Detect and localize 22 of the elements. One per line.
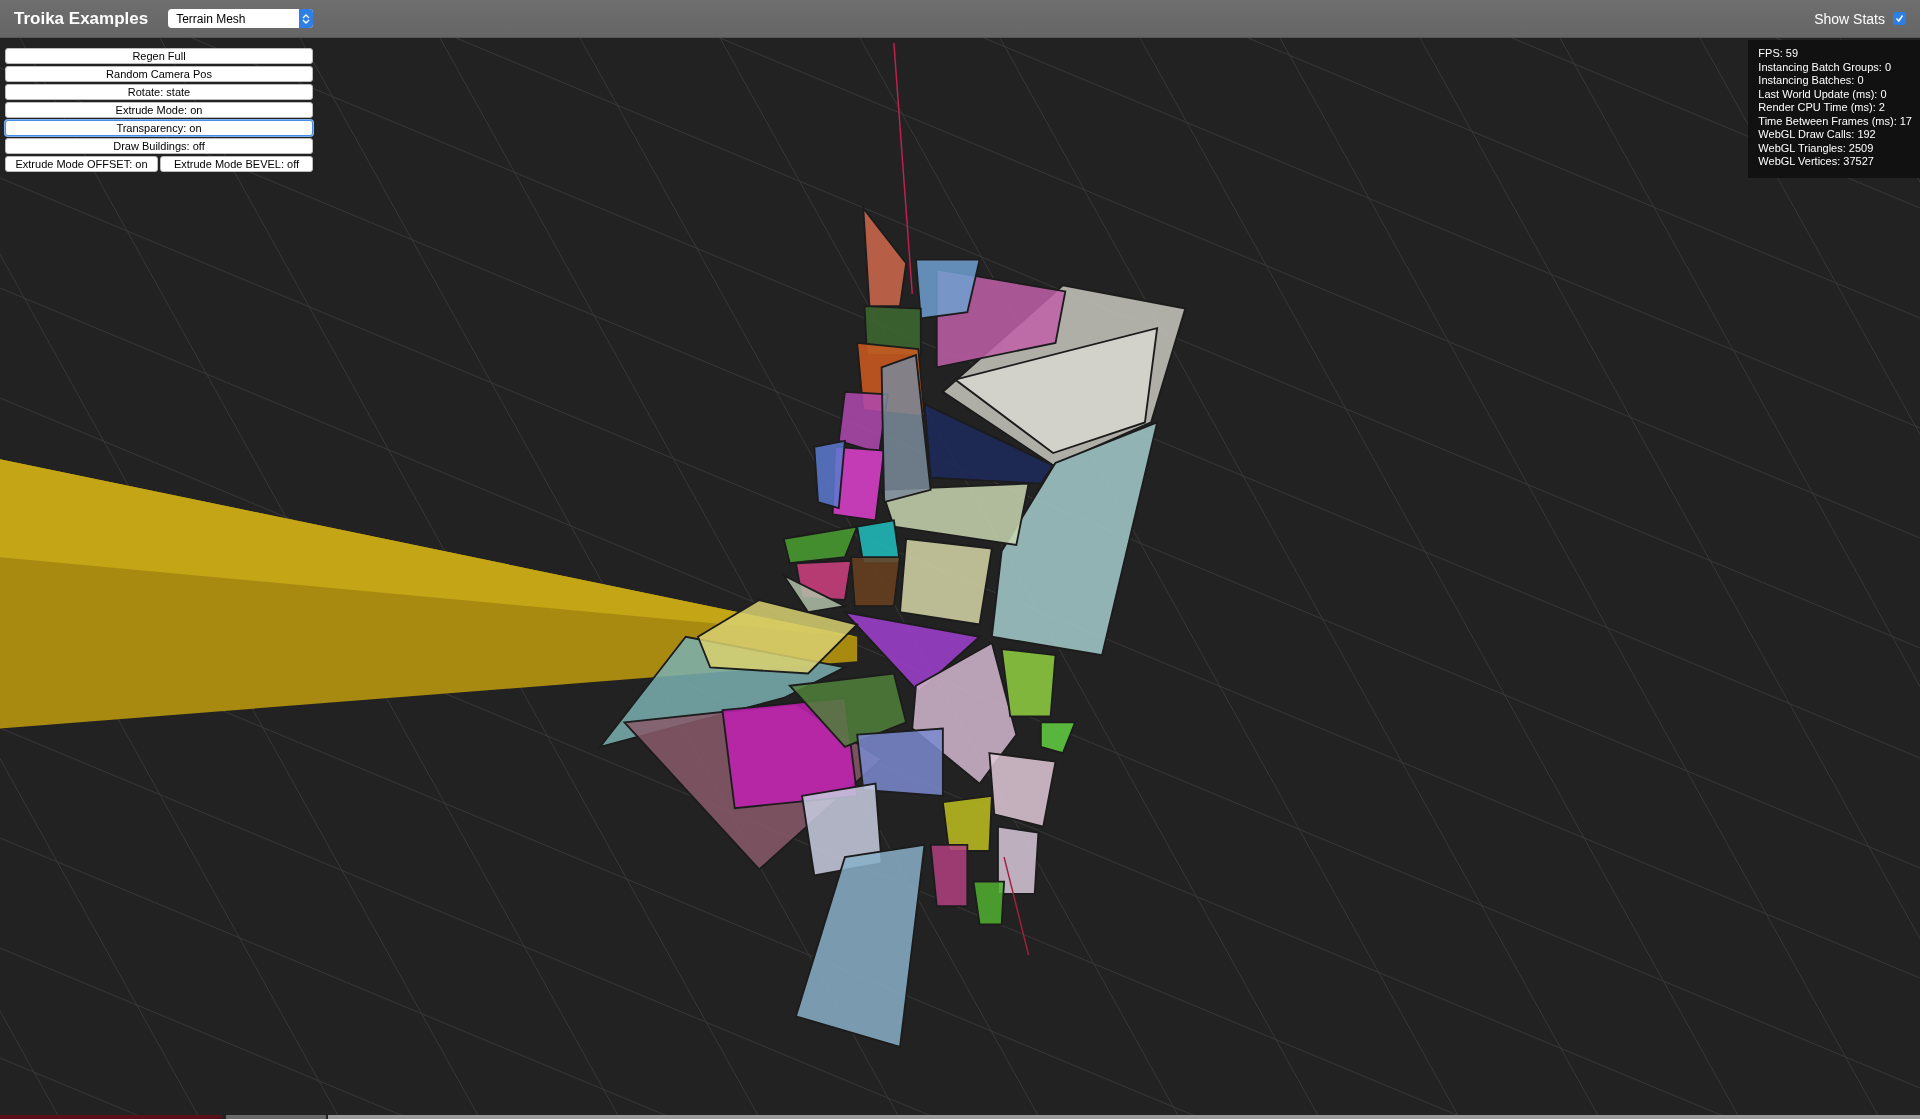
control-button[interactable]: Extrude Mode: on (5, 102, 313, 118)
stat-line: Instancing Batches: 0 (1758, 74, 1865, 88)
stat-line: Time Between Frames (ms): 17 (1758, 114, 1912, 128)
stat-line: WebGL Triangles: 2509 (1758, 141, 1875, 155)
control-button[interactable]: Random Camera Pos (5, 66, 313, 82)
stat-line: FPS: 59 (1758, 47, 1800, 61)
show-stats-checkbox[interactable] (1893, 12, 1906, 25)
control-button[interactable]: Transparency: on (5, 120, 313, 136)
stat-line: Last World Update (ms): 0 (1758, 87, 1888, 101)
stat-line: Render CPU Time (ms): 2 (1758, 101, 1886, 115)
stat-line: WebGL Draw Calls: 192 (1758, 128, 1877, 142)
stat-line: WebGL Vertices: 37527 (1758, 155, 1875, 169)
stat-line: Instancing Batch Groups: 0 (1758, 60, 1893, 74)
control-button[interactable]: Regen Full (5, 48, 313, 64)
app-title: Troika Examples (14, 8, 149, 29)
control-button[interactable]: Extrude Mode BEVEL: off (160, 156, 313, 172)
updown-caret-icon (302, 12, 311, 25)
control-button[interactable]: Rotate: state (5, 84, 313, 100)
control-button[interactable]: Draw Buildings: off (5, 138, 313, 154)
example-select[interactable]: Terrain Mesh (168, 9, 314, 28)
control-button[interactable]: Extrude Mode OFFSET: on (5, 156, 158, 172)
show-stats-label: Show Stats (1814, 10, 1885, 27)
